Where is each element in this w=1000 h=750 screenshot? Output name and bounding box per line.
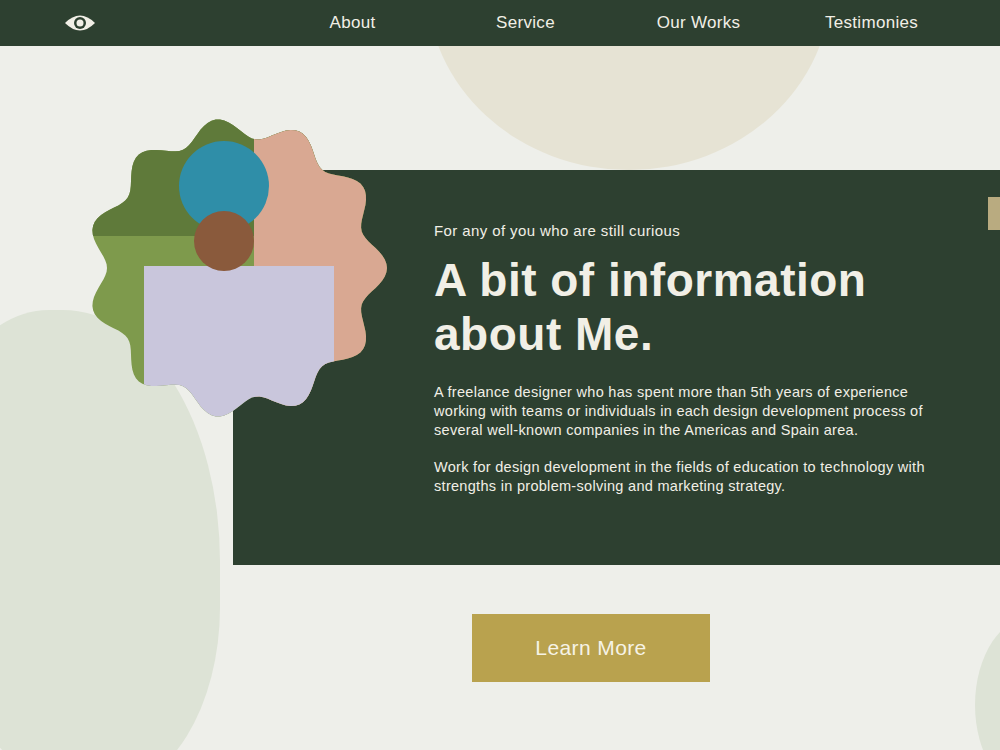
button-row: Learn More (0, 565, 1000, 682)
about-paragraph: Work for design development in the field… (434, 458, 964, 496)
nav-item[interactable]: Service (439, 13, 612, 33)
learn-more-button[interactable]: Learn More (472, 614, 710, 682)
nav-item[interactable]: About (266, 13, 439, 33)
about-paragraph: A freelance designer who has spent more … (434, 383, 964, 440)
eyebrow: For any of you who are still curious (434, 222, 970, 239)
about-section: For any of you who are still curious A bi… (0, 170, 1000, 565)
panel-tab (988, 197, 1000, 230)
page: AboutServiceOur WorksTestimonies For any … (0, 0, 1000, 750)
nav-item[interactable]: Testimonies (785, 13, 958, 33)
main: For any of you who are still curious A bi… (0, 46, 1000, 682)
about-title: A bit of information about Me. (434, 253, 954, 361)
nav-bar: AboutServiceOur WorksTestimonies (0, 0, 1000, 46)
eye-icon[interactable] (64, 12, 96, 34)
profile-photo (84, 116, 390, 420)
decor-blob (975, 615, 1000, 750)
nav-list: AboutServiceOur WorksTestimonies (266, 13, 958, 33)
nav-item[interactable]: Our Works (612, 13, 785, 33)
